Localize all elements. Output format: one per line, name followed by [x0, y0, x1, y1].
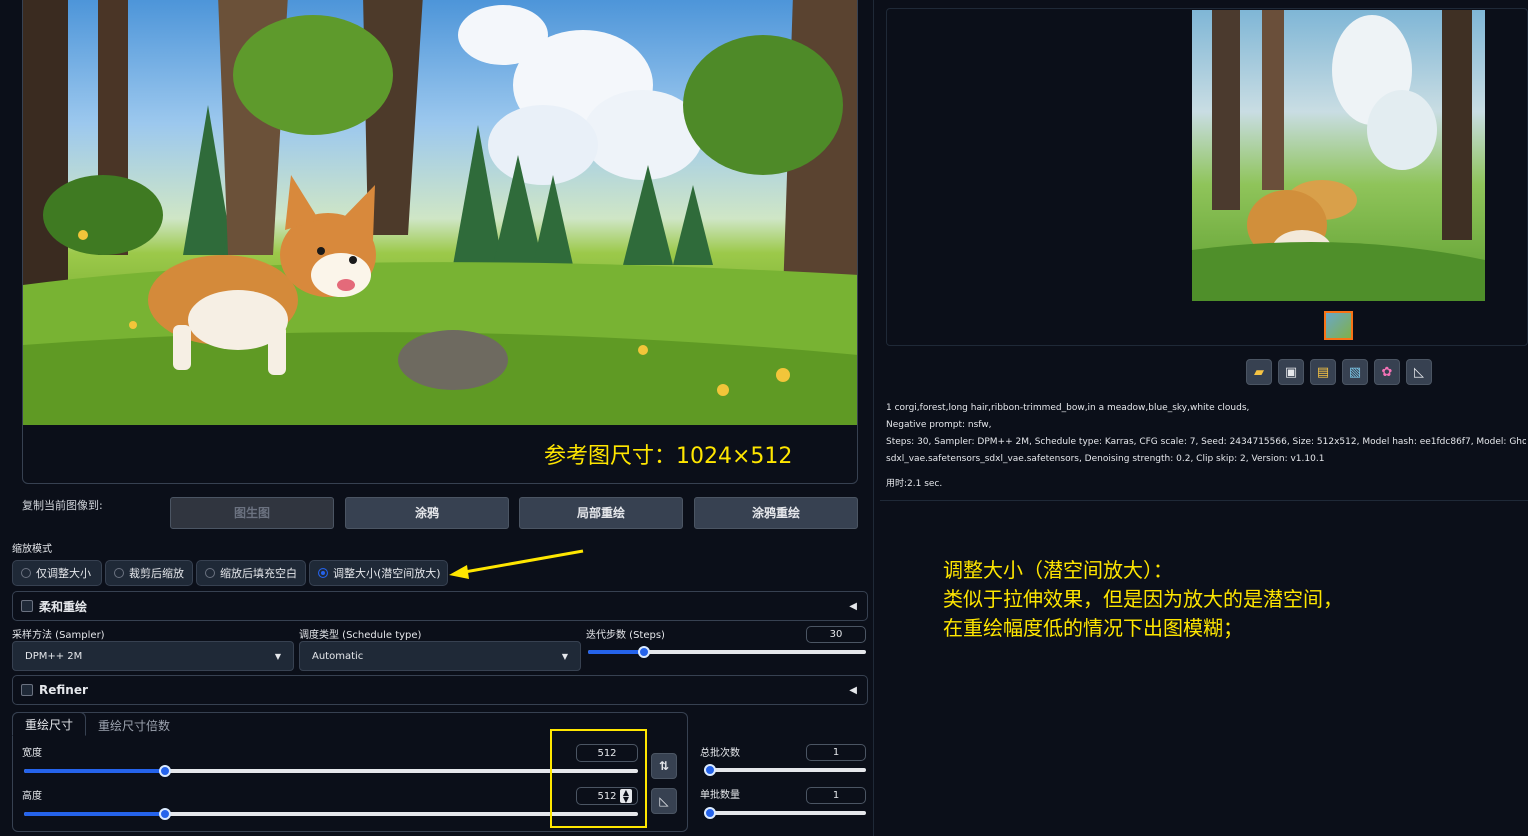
- forest-corgi-illustration: [23, 0, 857, 425]
- folder-icon: ▰: [1254, 364, 1264, 380]
- reference-image-frame: 参考图尺寸：1024×512: [22, 0, 858, 484]
- batch-size-input[interactable]: 1: [806, 787, 866, 804]
- height-label: 高度: [22, 791, 42, 802]
- annotation-highlight-box: [550, 729, 647, 828]
- chevron-down-icon: ▼: [274, 652, 281, 661]
- annotation-arrow-icon: [449, 549, 584, 579]
- resize-mode-option-label: 仅调整大小: [36, 567, 91, 580]
- elapsed-time: 用时:2.1 sec.: [886, 479, 943, 489]
- collapse-triangle-icon[interactable]: ◀: [849, 685, 857, 696]
- height-slider[interactable]: [24, 808, 638, 820]
- width-label: 宽度: [22, 748, 42, 759]
- reference-image: [23, 0, 857, 425]
- radio-icon: [205, 568, 215, 578]
- steps-label: 迭代步数 (Steps): [586, 630, 665, 641]
- annotation-text: 调整大小（潜空间放大）： 类似于拉伸效果，但是因为放大的是潜空间， 在重绘幅度低…: [943, 556, 1343, 643]
- width-slider[interactable]: [24, 765, 638, 777]
- batch-size-label: 单批数量: [700, 790, 740, 801]
- swap-icon: ⇅: [658, 759, 670, 773]
- resize-mode-label: 缩放模式: [12, 544, 52, 555]
- chevron-down-icon: ▼: [561, 652, 568, 661]
- batch-count-slider[interactable]: [704, 764, 866, 776]
- ruler-icon: ◺: [659, 794, 669, 808]
- column-divider: [873, 0, 874, 836]
- generation-info: 1 corgi,forest,long hair,ribbon-trimmed_…: [886, 400, 1526, 468]
- params-text-line1: Steps: 30, Sampler: DPM++ 2M, Schedule t…: [886, 437, 1526, 447]
- batch-size-slider[interactable]: [704, 807, 866, 819]
- save-icon: ▣: [1284, 364, 1298, 380]
- send-to-img2img-button[interactable]: 图生图: [170, 497, 334, 529]
- radio-selected-icon: [318, 568, 328, 578]
- send-to-inpaint-button[interactable]: 局部重绘: [519, 497, 683, 529]
- annotation-line2: 类似于拉伸效果，但是因为放大的是潜空间，: [943, 587, 1343, 611]
- refiner-label: Refiner: [39, 683, 88, 697]
- steps-slider-fill: [588, 650, 644, 654]
- copy-to-label: 复制当前图像到:: [22, 499, 103, 512]
- batch-size-slider-handle[interactable]: [704, 807, 716, 819]
- ruler-icon: ◺: [1414, 364, 1424, 380]
- save-button[interactable]: ▣: [1278, 359, 1304, 385]
- annotation-line1: 调整大小（潜空间放大）：: [943, 558, 1173, 582]
- batch-count-slider-handle[interactable]: [704, 764, 716, 776]
- steps-slider[interactable]: [588, 646, 866, 658]
- height-slider-fill: [24, 812, 166, 816]
- info-divider: [880, 500, 1528, 501]
- steps-slider-handle[interactable]: [637, 646, 650, 658]
- sampler-select[interactable]: DPM++ 2M ▼: [12, 641, 294, 671]
- annotation-line3: 在重绘幅度低的情况下出图模糊；: [943, 616, 1243, 640]
- resize-mode-resize-fill[interactable]: 缩放后填充空白: [196, 560, 306, 586]
- soft-inpaint-accordion[interactable]: 柔和重绘 ◀: [12, 591, 868, 621]
- resize-mode-option-label: 缩放后填充空白: [220, 567, 297, 580]
- negative-prompt-text: Negative prompt: nsfw,: [886, 420, 992, 430]
- archive-icon: ▤: [1316, 364, 1330, 380]
- resize-mode-latent-upscale[interactable]: 调整大小(潜空间放大): [309, 560, 448, 586]
- refiner-accordion[interactable]: Refiner ◀: [12, 675, 868, 705]
- soft-inpaint-checkbox[interactable]: [21, 600, 33, 612]
- params-text-line2: sdxl_vae.safetensors_sdxl_vae.safetensor…: [886, 454, 1325, 464]
- steps-input[interactable]: 30: [806, 626, 866, 643]
- output-corgi-illustration: [1192, 10, 1485, 301]
- tab-resize-by[interactable]: 重绘尺寸倍数: [98, 717, 170, 734]
- output-thumbnail[interactable]: [1324, 311, 1353, 340]
- sampler-label: 采样方法 (Sampler): [12, 630, 105, 641]
- schedule-value: Automatic: [312, 650, 364, 662]
- output-image[interactable]: [1192, 10, 1485, 301]
- resize-mode-option-label: 裁剪后缩放: [129, 567, 184, 580]
- resize-mode-just-resize[interactable]: 仅调整大小: [12, 560, 102, 586]
- collapse-triangle-icon[interactable]: ◀: [849, 601, 857, 612]
- tab-resize-to[interactable]: 重绘尺寸: [12, 712, 86, 736]
- prompt-text: 1 corgi,forest,long hair,ribbon-trimmed_…: [886, 403, 1250, 413]
- palette-icon: ✿: [1381, 364, 1393, 380]
- zip-button[interactable]: ▤: [1310, 359, 1336, 385]
- radio-icon: [21, 568, 31, 578]
- soft-inpaint-label: 柔和重绘: [39, 599, 88, 614]
- schedule-select[interactable]: Automatic ▼: [299, 641, 581, 671]
- send-to-extras-button[interactable]: ◺: [1406, 359, 1432, 385]
- batch-count-label: 总批次数: [700, 748, 740, 759]
- auto-size-button[interactable]: ◺: [651, 788, 677, 814]
- send-to-sketch-button[interactable]: 涂鸦: [345, 497, 509, 529]
- sampler-value: DPM++ 2M: [25, 650, 83, 662]
- batch-count-input[interactable]: 1: [806, 744, 866, 761]
- schedule-label: 调度类型 (Schedule type): [299, 630, 422, 641]
- width-slider-fill: [24, 769, 166, 773]
- resize-mode-option-label: 调整大小(潜空间放大): [333, 567, 441, 580]
- open-folder-button[interactable]: ▰: [1246, 359, 1272, 385]
- send-to-inpaint-tool-button[interactable]: ✿: [1374, 359, 1400, 385]
- swap-dimensions-button[interactable]: ⇅: [651, 753, 677, 779]
- send-to-img2img-tool-button[interactable]: ▧: [1342, 359, 1368, 385]
- resize-mode-crop-resize[interactable]: 裁剪后缩放: [105, 560, 193, 586]
- send-to-inpaint-sketch-button[interactable]: 涂鸦重绘: [694, 497, 858, 529]
- refiner-checkbox[interactable]: [21, 684, 33, 696]
- radio-icon: [114, 568, 124, 578]
- image-icon: ▧: [1348, 364, 1362, 380]
- reference-size-caption: 参考图尺寸：1024×512: [544, 444, 793, 469]
